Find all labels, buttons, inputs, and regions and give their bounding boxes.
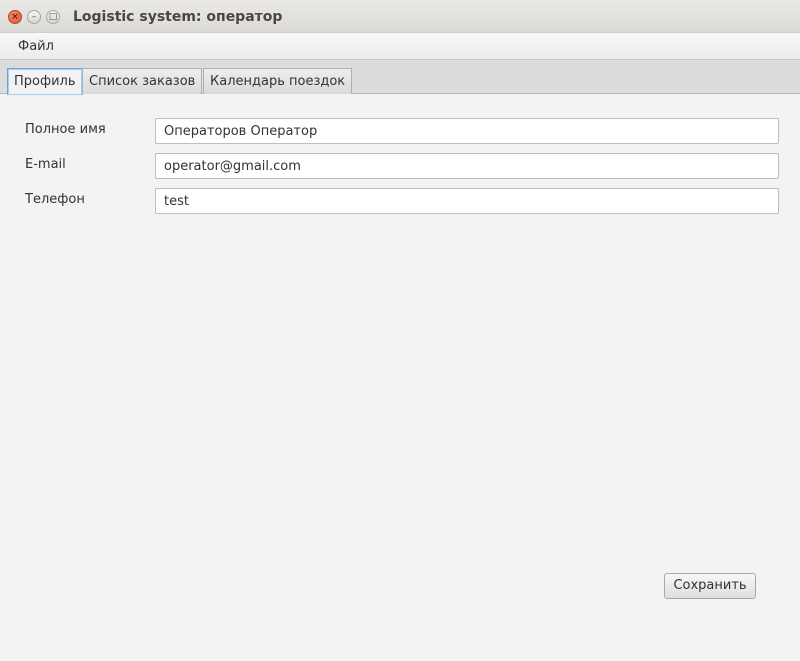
tab-trips-calendar[interactable]: Календарь поездок: [203, 68, 353, 94]
phone-label: Телефон: [25, 192, 85, 207]
email-input[interactable]: [155, 153, 779, 179]
phone-input[interactable]: [155, 188, 779, 214]
save-button[interactable]: Сохранить: [664, 573, 756, 599]
full-name-label: Полное имя: [25, 122, 106, 137]
tab-orders-list[interactable]: Список заказов: [82, 68, 203, 94]
window-title: Logistic system: оператор: [73, 9, 283, 25]
tab-bar: Профиль Список заказов Календарь поездок: [0, 60, 800, 95]
tab-profile[interactable]: Профиль: [7, 68, 83, 95]
title-bar[interactable]: × – □ Logistic system: оператор: [0, 0, 800, 33]
app-window: × – □ Logistic system: оператор Файл Про…: [0, 0, 800, 661]
email-label: E-mail: [25, 157, 66, 172]
close-window-icon[interactable]: ×: [8, 10, 22, 24]
maximize-window-icon[interactable]: □: [46, 10, 60, 24]
menu-file[interactable]: Файл: [18, 39, 54, 54]
menu-bar: Файл: [0, 33, 800, 60]
full-name-input[interactable]: [155, 118, 779, 144]
minimize-window-icon[interactable]: –: [27, 10, 41, 24]
